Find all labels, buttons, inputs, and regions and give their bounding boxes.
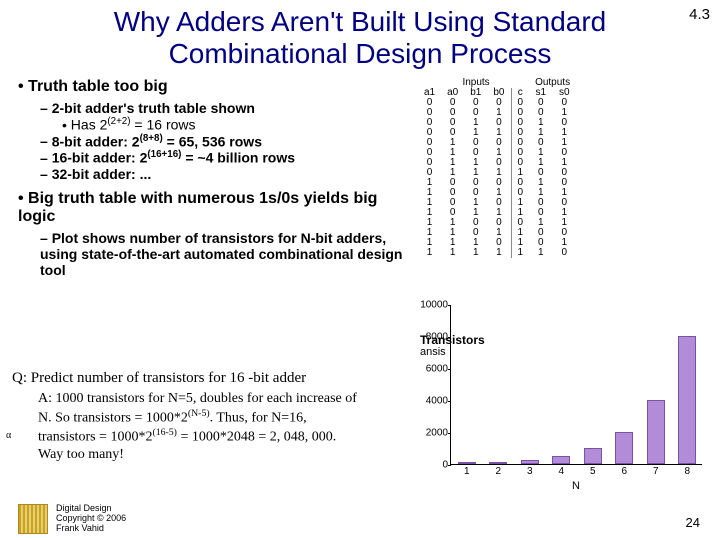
footer: Digital Design Copyright © 2006 Frank Va…: [18, 504, 126, 534]
content-bullets: Truth table too big 2-bit adder's truth …: [18, 78, 408, 278]
footer-text: Digital Design Copyright © 2006 Frank Va…: [56, 504, 126, 534]
question-text: Q: Predict number of transistors for 16 …: [12, 370, 362, 387]
bullet-8bit: 8-bit adder: 2(8+8) = 65, 536 rows: [18, 133, 408, 150]
chart-xtick: 4: [558, 464, 564, 477]
bullet-16rows: Has 2(2+2) = 16 rows: [18, 116, 408, 133]
chart-xtick: 7: [653, 464, 659, 477]
bullet-16bit: 16-bit adder: 2(16+16) = ~4 billion rows: [18, 149, 408, 166]
page-number: 24: [686, 515, 700, 530]
transistor-chart: 020004000600080001000012345678 N Transis…: [392, 305, 712, 505]
chart-bar: [552, 456, 570, 464]
chart-ylabel: Transistors ansis: [420, 335, 485, 358]
bullet-plot-desc: Plot shows number of transistors for N-b…: [18, 230, 408, 278]
chart-xtick: 6: [621, 464, 627, 477]
chart-xtick: 5: [590, 464, 596, 477]
bullet-big-logic: Big truth table with numerous 1s/0s yiel…: [18, 190, 408, 226]
chart-xtick: 3: [527, 464, 533, 477]
bullet-truth-table-big: Truth table too big: [18, 78, 408, 96]
chart-bar: [678, 336, 696, 464]
slide-number-top: 4.3: [689, 6, 710, 23]
truth-table: Inputs Outputs a1 a0 b1 b0 c s1 s0 00000…: [418, 78, 576, 258]
chart-xlabel: N: [572, 480, 580, 492]
answer-text: A: 1000 transistors for N=5, doubles for…: [12, 391, 362, 464]
chart-ytick: 10000: [420, 300, 451, 311]
chart-xtick: 1: [464, 464, 470, 477]
qa-block: Q: Predict number of transistors for 16 …: [12, 370, 362, 464]
bullet-32bit: 32-bit adder: ...: [18, 166, 408, 182]
chart-xtick: 8: [684, 464, 690, 477]
table-row: 1111110: [418, 248, 576, 258]
chart-bar: [584, 448, 602, 464]
slide-title: Why Adders Aren't Built Using Standard C…: [0, 0, 720, 72]
logo-icon: [18, 504, 48, 534]
chart-bar: [647, 400, 665, 464]
chart-bar: [615, 432, 633, 464]
chart-xtick: 2: [495, 464, 501, 477]
answer-alpha-label: α: [6, 430, 11, 441]
bullet-2bit-shown: 2-bit adder's truth table shown: [18, 100, 408, 116]
